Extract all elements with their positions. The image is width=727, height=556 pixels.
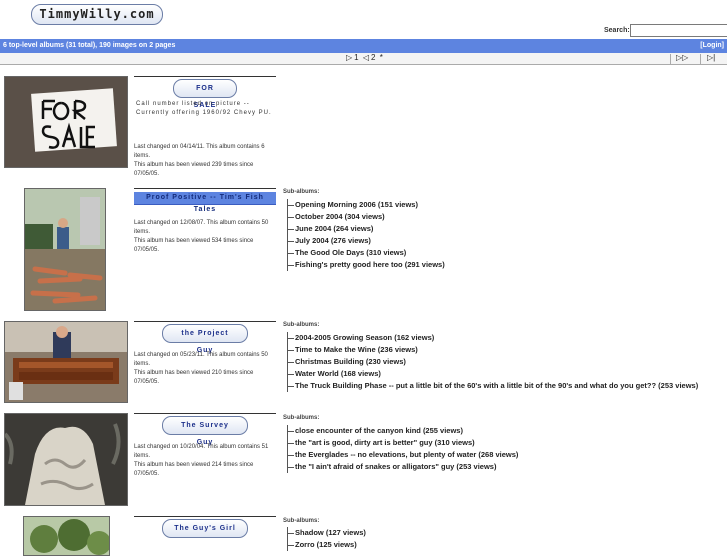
sub-albums-label: Sub-albums:: [283, 189, 320, 195]
prev-page-icon[interactable]: ▷: [346, 53, 352, 62]
search-input[interactable]: [630, 24, 727, 37]
album-title-project-guy[interactable]: the Project Guy: [162, 324, 248, 354]
survey-guy-photo-image: [5, 414, 127, 505]
album-thumbnail-guys-girl[interactable]: [23, 516, 110, 556]
album-view-count: This album has been viewed 534 times sin…: [134, 238, 254, 253]
sub-album-list: Opening Morning 2006 (151 views) October…: [287, 199, 445, 271]
sub-album-list: Shadow (127 views) Zorro (125 views): [287, 527, 366, 551]
album-title-box: FOR SALE: [134, 76, 276, 109]
sub-album-link[interactable]: July 2004 (276 views): [288, 235, 445, 247]
album-description: Call number listed on picture -- Current…: [136, 101, 272, 116]
page-navigation: ▷ 1 ◁ 2 * ▷▷ ▷|: [0, 53, 727, 65]
album-title-for-sale[interactable]: FOR SALE: [173, 79, 237, 109]
album-title-survey-guy[interactable]: The Survey Guy: [162, 416, 248, 446]
search-label: Search:: [604, 27, 630, 34]
album-thumbnail-project-guy[interactable]: [4, 321, 128, 403]
nav-divider: [700, 54, 701, 64]
album-title-box: The Survey Guy: [134, 413, 276, 446]
album-last-changed: Last changed on 12/08/07. This album con…: [134, 220, 269, 235]
sub-album-link[interactable]: The Good Ole Days (310 views): [288, 247, 445, 259]
album-meta: Last changed on 12/08/07. This album con…: [134, 219, 279, 255]
album-meta: Last changed on 10/20/04. This album con…: [134, 443, 279, 479]
sub-album-link[interactable]: Shadow (127 views): [288, 527, 366, 539]
album-view-count: This album has been viewed 210 times sin…: [134, 370, 254, 385]
sub-album-link[interactable]: the "art is good, dirty art is better" g…: [288, 437, 518, 449]
login-link[interactable]: [Login]: [700, 42, 724, 49]
gallery-summary: 6 top-level albums (31 total), 190 image…: [3, 42, 176, 49]
sub-album-list: 2004-2005 Growing Season (162 views) Tim…: [287, 332, 698, 392]
nav-divider: [670, 54, 671, 64]
sub-album-link[interactable]: Zorro (125 views): [288, 539, 366, 551]
sub-albums-label: Sub-albums:: [283, 415, 320, 421]
album-title-box: the Project Guy: [134, 321, 276, 354]
album-last-changed: Last changed on 05/23/11. This album con…: [134, 352, 268, 367]
page-2-link[interactable]: 2: [371, 53, 375, 62]
site-logo[interactable]: TimmyWilly.com: [31, 4, 163, 25]
sub-album-link[interactable]: the Everglades -- no elevations, but ple…: [288, 449, 518, 461]
sub-albums-label: Sub-albums:: [283, 322, 320, 328]
sub-album-link[interactable]: The Truck Building Phase -- put a little…: [288, 380, 698, 392]
sub-album-link[interactable]: Christmas Building (230 views): [288, 356, 698, 368]
album-thumbnail-for-sale[interactable]: [4, 76, 128, 168]
guys-girl-photo-image: [24, 517, 109, 555]
sub-album-link[interactable]: June 2004 (264 views): [288, 223, 445, 235]
next-page-icon[interactable]: ▷▷: [676, 53, 688, 62]
sub-album-link[interactable]: Time to Make the Wine (236 views): [288, 344, 698, 356]
album-title-guys-girl[interactable]: The Guy's Girl: [162, 519, 248, 538]
sub-album-link[interactable]: 2004-2005 Growing Season (162 views): [288, 332, 698, 344]
sub-album-list: close encounter of the canyon kind (255 …: [287, 425, 518, 473]
project-guy-photo-image: [5, 322, 127, 402]
fishing-photo-image: [25, 189, 105, 310]
sub-album-link[interactable]: Water World (168 views): [288, 368, 698, 380]
album-info-bar: 6 top-level albums (31 total), 190 image…: [0, 39, 727, 53]
album-last-changed: Last changed on 10/20/04. This album con…: [134, 444, 269, 459]
album-thumbnail-survey-guy[interactable]: [4, 413, 128, 506]
album-title-box: Proof Positive -- Tim's Fish Tales: [134, 188, 276, 213]
album-thumbnail-fish-tales[interactable]: [24, 188, 106, 311]
sub-album-link[interactable]: Opening Morning 2006 (151 views): [288, 199, 445, 211]
album-last-changed: Last changed on 04/14/11. This album con…: [134, 144, 265, 159]
album-view-count: This album has been viewed 239 times sin…: [134, 162, 254, 177]
for-sale-sign-image: [5, 77, 127, 167]
prev-arrow-icon[interactable]: ◁: [363, 53, 369, 62]
album-title-fish-tales[interactable]: Proof Positive -- Tim's Fish Tales: [134, 192, 276, 213]
page-links: ▷ 1 ◁ 2 *: [346, 53, 385, 62]
album-title-box: The Guy's Girl: [134, 516, 276, 538]
sub-album-link[interactable]: October 2004 (304 views): [288, 211, 445, 223]
current-page-marker: *: [379, 53, 383, 62]
last-page-icon[interactable]: ▷|: [707, 53, 715, 62]
sub-albums-label: Sub-albums:: [283, 518, 320, 524]
album-view-count: This album has been viewed 214 times sin…: [134, 462, 254, 477]
page-1-link[interactable]: 1: [354, 53, 358, 62]
album-meta: Last changed on 05/23/11. This album con…: [134, 351, 279, 387]
sub-album-link[interactable]: Fishing's pretty good here too (291 view…: [288, 259, 445, 271]
sub-album-link[interactable]: the "I ain't afraid of snakes or alligat…: [288, 461, 518, 473]
album-meta: Last changed on 04/14/11. This album con…: [134, 143, 279, 179]
sub-album-link[interactable]: close encounter of the canyon kind (255 …: [288, 425, 518, 437]
